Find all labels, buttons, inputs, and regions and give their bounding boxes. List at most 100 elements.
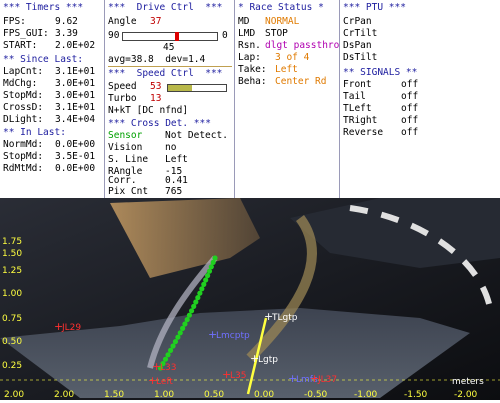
fps-label: FPS: bbox=[3, 16, 26, 27]
in-last-label: StopMd: bbox=[3, 151, 44, 162]
slider-left-value: 90 bbox=[108, 30, 120, 41]
speed-value: 53 bbox=[150, 81, 162, 92]
since-last-label: LapCnt: bbox=[3, 66, 44, 77]
since-last-value: 3.4E+04 bbox=[55, 114, 96, 125]
timers-title: *** Timers *** bbox=[3, 2, 84, 13]
track-point bbox=[177, 330, 183, 336]
since-last-value: 3.1E+01 bbox=[55, 66, 96, 77]
drive-underline bbox=[108, 66, 232, 67]
speed-bar bbox=[167, 84, 227, 92]
signal-label: Tail bbox=[343, 91, 366, 102]
take-label: Take: bbox=[238, 64, 267, 75]
lmd-label: LMD bbox=[238, 28, 256, 39]
mark-label: Left bbox=[156, 377, 173, 387]
angle-slider[interactable] bbox=[122, 32, 218, 41]
mark-label: TLgtp bbox=[271, 313, 298, 323]
start-value: 2.0E+02 bbox=[55, 40, 96, 51]
x-axis-tick-label: 2.00 bbox=[54, 390, 74, 400]
race-status-panel: * Race Status * MD NORMAL LMD STOP Rsn. … bbox=[235, 0, 340, 198]
angle-label: Angle bbox=[108, 16, 137, 27]
track-point bbox=[188, 308, 195, 314]
x-axis-tick-label: 0.00 bbox=[254, 390, 274, 400]
in-last-title: ** In Last: bbox=[3, 127, 66, 138]
y-axis-tick-label: 0.25 bbox=[2, 361, 22, 371]
x-axis-tick-label: -2.00 bbox=[454, 390, 478, 400]
camera-overlay: 1.75 1.50 1.25 1.00 0.75 0.50 0.25 2.00 2.00 1.5… bbox=[0, 198, 500, 400]
track-point bbox=[182, 321, 188, 327]
mark-label: L33 bbox=[160, 363, 176, 373]
fps-value: 9.62 bbox=[55, 16, 78, 27]
md-label: MD bbox=[238, 16, 250, 27]
x-axis-tick-label: 1.00 bbox=[154, 390, 174, 400]
mark-label: Lgtp bbox=[258, 355, 278, 365]
since-last-label: StopMd: bbox=[3, 90, 44, 101]
sensor-value: Not Detect. bbox=[165, 130, 228, 141]
ptu-panel: *** PTU *** CrPan CrTilt DsPan DsTilt ** SI… bbox=[340, 0, 500, 198]
pix-count-label: Pix Cnt bbox=[108, 186, 149, 197]
mark-label: JL29 bbox=[61, 323, 81, 333]
ptu-item-crpan: CrPan bbox=[343, 16, 372, 27]
drive-panel: *** Drive Ctrl *** Angle 37 90 0 45 avg=… bbox=[105, 0, 235, 198]
signal-label: TLeft bbox=[343, 103, 372, 114]
vision-value: no bbox=[165, 142, 177, 153]
mark-label: L35 bbox=[230, 371, 246, 381]
turbo-label: Turbo bbox=[108, 93, 137, 104]
speed-label: Speed bbox=[108, 81, 137, 92]
ptu-item-dspan: DsPan bbox=[343, 40, 372, 51]
sensor-label: Sensor bbox=[108, 130, 143, 141]
speed-bar-fill bbox=[168, 85, 193, 91]
timers-panel: *** Timers *** FPS: 9.62 FPS_GUI: 3.39 S… bbox=[0, 0, 105, 198]
units-label: meters bbox=[452, 377, 484, 387]
track-point bbox=[186, 312, 192, 318]
mark-label: Lmcptp bbox=[216, 331, 250, 341]
x-axis-tick-label: 0.50 bbox=[204, 390, 224, 400]
x-axis-tick-label: -1.00 bbox=[354, 390, 378, 400]
drive-title: *** Drive Ctrl *** bbox=[108, 2, 223, 13]
take-value: Left bbox=[275, 64, 298, 75]
track-point bbox=[167, 347, 174, 353]
mark-label: JL37 bbox=[317, 375, 337, 385]
lap-value: 3 of 4 bbox=[275, 52, 310, 63]
track-point bbox=[165, 352, 171, 358]
turbo-value: 13 bbox=[150, 93, 162, 104]
angle-slider-thumb[interactable] bbox=[175, 32, 180, 41]
slider-right-value: 0 bbox=[222, 30, 228, 41]
reason-label: Rsn. bbox=[238, 40, 261, 51]
track-point bbox=[162, 356, 169, 362]
slider-mid-value: 45 bbox=[163, 42, 175, 53]
y-axis-tick-label: 1.50 bbox=[2, 249, 22, 259]
corr-label: Corr. bbox=[108, 175, 137, 186]
angle-value: 37 bbox=[150, 16, 162, 27]
signal-label: Reverse bbox=[343, 127, 384, 138]
track-point bbox=[180, 325, 186, 331]
md-value: NORMAL bbox=[265, 16, 300, 27]
start-label: START: bbox=[3, 40, 38, 51]
signal-label: Front bbox=[343, 79, 372, 90]
ptu-title: *** PTU *** bbox=[343, 2, 406, 13]
in-last-value: 3.5E-01 bbox=[55, 151, 96, 162]
pix-count-value: 765 bbox=[165, 186, 183, 197]
in-last-value: 0.0E+00 bbox=[55, 163, 96, 174]
since-last-label: DLight: bbox=[3, 114, 44, 125]
x-axis-tick-label: -1.50 bbox=[404, 390, 428, 400]
cross-det-title: *** Cross Det. *** bbox=[108, 118, 211, 129]
track-point bbox=[170, 343, 176, 349]
ptu-item-crtilt: CrTilt bbox=[343, 28, 378, 39]
signal-value: off bbox=[401, 127, 419, 138]
avg-dev-readout: avg=38.8 dev=1.4 bbox=[108, 54, 206, 65]
race-status-title: * Race Status * bbox=[238, 2, 324, 13]
x-axis-tick-label: 2.00 bbox=[4, 390, 24, 400]
vision-label: Vision bbox=[108, 142, 143, 153]
since-last-value: 3.0E+01 bbox=[55, 78, 96, 89]
in-last-value: 0.0E+00 bbox=[55, 139, 96, 150]
camera-view[interactable]: 1.75 1.50 1.25 1.00 0.75 0.50 0.25 2.00 2.00 1.5… bbox=[0, 198, 500, 400]
speed-title: *** Speed Ctrl *** bbox=[108, 68, 223, 79]
y-axis-tick-label: 1.00 bbox=[2, 289, 22, 299]
since-last-label: MdChg: bbox=[3, 78, 38, 89]
since-last-title: ** Since Last: bbox=[3, 54, 84, 65]
track-point bbox=[172, 339, 179, 345]
reason-value: dlgt passthro bbox=[265, 40, 340, 51]
track-point bbox=[175, 334, 181, 340]
corr-value: 0.41 bbox=[165, 175, 188, 186]
x-axis-tick-label: 1.50 bbox=[104, 390, 124, 400]
